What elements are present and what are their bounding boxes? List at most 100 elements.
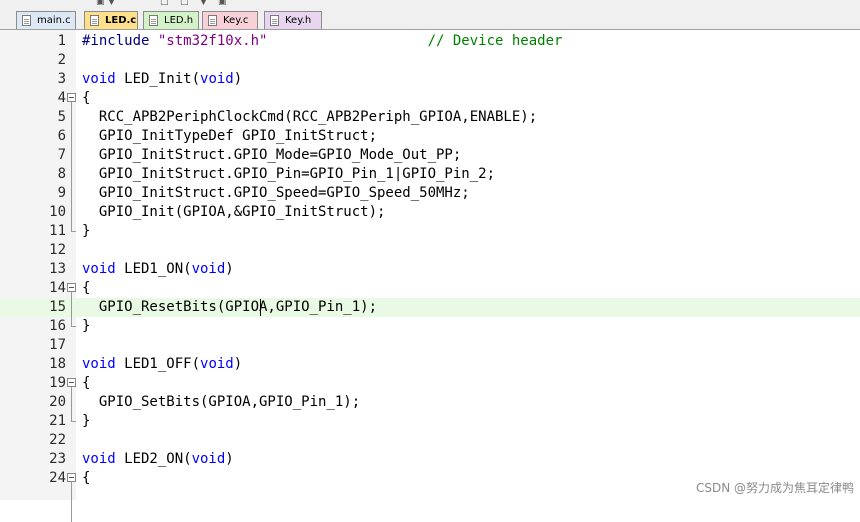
toolbar-icon[interactable]: ▼ [200, 0, 207, 7]
code-token: { [82, 470, 91, 486]
toolbar-icon[interactable]: ▣ [96, 0, 105, 7]
fold-toggle-icon[interactable] [67, 283, 76, 292]
code-line[interactable]: 14 { [0, 279, 860, 298]
toolbar-icon[interactable]: □ [160, 0, 169, 7]
code-line[interactable]: 15 GPIO_ResetBits(GPIOA,GPIO_Pin_1); [0, 298, 860, 317]
code-token: // Device header [427, 33, 563, 49]
code-line[interactable]: 13 void LED1_ON(void) [0, 260, 860, 279]
code-line[interactable]: 12 [0, 241, 860, 260]
code-text: { [82, 469, 90, 488]
tab-key-h[interactable]: Key.h [264, 11, 322, 29]
code-line[interactable]: 9 GPIO_InitStruct.GPIO_Speed=GPIO_Speed_… [0, 184, 860, 203]
line-number: 14 [49, 280, 66, 296]
code-line[interactable]: 23 void LED2_ON(void) [0, 450, 860, 469]
line-number: 15 [49, 299, 66, 315]
text-caret [260, 299, 261, 316]
code-line[interactable]: 3 void LED_Init(void) [0, 70, 860, 89]
code-line[interactable]: 18 void LED1_OFF(void) [0, 355, 860, 374]
code-token: GPIO_Init(GPIOA,&GPIO_InitStruct); [82, 204, 386, 220]
code-text: GPIO_SetBits(GPIOA,GPIO_Pin_1); [82, 393, 360, 412]
code-line[interactable]: 16} [0, 317, 860, 336]
code-line[interactable]: 7 GPIO_InitStruct.GPIO_Mode=GPIO_Mode_Ou… [0, 146, 860, 165]
code-text: #include "stm32f10x.h" // Device header [82, 32, 562, 51]
code-line[interactable]: 2 [0, 51, 860, 70]
file-icon [90, 15, 99, 26]
code-text: void LED_Init(void) [82, 70, 242, 89]
code-text: } [82, 317, 90, 336]
toolbar-icon[interactable]: ▣ [218, 0, 227, 7]
code-token: void [191, 451, 226, 467]
code-line[interactable]: 4{ [0, 89, 860, 108]
code-text: void LED1_OFF(void) [82, 355, 242, 374]
code-text: GPIO_InitStruct.GPIO_Speed=GPIO_Speed_50… [82, 184, 470, 203]
file-tab-bar: main.c LED.c LED.h Key.c Key.h [0, 9, 860, 30]
line-number: 24 [49, 470, 66, 486]
line-number: 11 [49, 223, 66, 239]
line-number: 23 [49, 451, 66, 467]
fold-toggle-icon[interactable] [67, 93, 76, 102]
code-text: GPIO_ResetBits(GPIOA,GPIO_Pin_1); [82, 298, 377, 317]
code-token: GPIO_InitStruct.GPIO_Pin=GPIO_Pin_1|GPIO… [82, 166, 496, 182]
code-token: } [82, 223, 91, 239]
line-number: 13 [49, 261, 66, 277]
code-token: void [200, 356, 234, 372]
tab-led-h[interactable]: LED.h [143, 11, 199, 29]
line-number: 17 [49, 337, 66, 353]
code-token: { [82, 375, 91, 391]
code-text: { [82, 89, 90, 108]
file-icon [22, 15, 31, 26]
code-line[interactable]: 17 [0, 336, 860, 355]
code-text: { [82, 374, 90, 393]
code-token: LED_Init( [115, 71, 201, 87]
code-token: void [191, 261, 226, 277]
code-text: GPIO_Init(GPIOA,&GPIO_InitStruct); [82, 203, 386, 222]
code-token: ) [233, 356, 243, 372]
code-token: RCC_APB2PeriphClockCmd(RCC_APB2Periph_GP… [82, 109, 538, 125]
watermark: CSDN @努力成为焦耳定律鸭 [695, 481, 854, 495]
line-number: 18 [49, 356, 66, 372]
code-token: GPIO_InitTypeDef GPIO_InitStruct; [82, 128, 378, 144]
code-line[interactable]: 21} [0, 412, 860, 431]
tab-main-c[interactable]: main.c [16, 11, 76, 29]
line-number: 8 [57, 166, 66, 182]
code-line[interactable]: 6 GPIO_InitTypeDef GPIO_InitStruct; [0, 127, 860, 146]
fold-toggle-icon[interactable] [67, 378, 76, 387]
code-token: ) [225, 261, 234, 277]
line-number: 10 [49, 204, 66, 220]
code-token: void [82, 451, 116, 467]
line-number: 7 [57, 147, 66, 163]
code-line[interactable]: 20 GPIO_SetBits(GPIOA,GPIO_Pin_1); [0, 393, 860, 412]
toolbar-strip: ▣ ▼ □ □ ▼ ▣ [0, 0, 860, 9]
toolbar-icon[interactable]: □ [180, 0, 189, 7]
code-line[interactable]: 10 GPIO_Init(GPIOA,&GPIO_InitStruct); [0, 203, 860, 222]
code-token: GPIO_InitStruct.GPIO_Mode=GPIO_Mode_Out_… [82, 147, 462, 163]
code-token: LED1_OFF( [115, 356, 201, 372]
code-line[interactable]: 19 { [0, 374, 860, 393]
code-token: GPIO_InitStruct.GPIO_Speed=GPIO_Speed_50… [82, 185, 470, 201]
line-number: 6 [57, 128, 66, 144]
code-token: #include [82, 33, 158, 49]
line-number: 1 [57, 33, 66, 49]
code-line[interactable]: 5 RCC_APB2PeriphClockCmd(RCC_APB2Periph_… [0, 108, 860, 127]
fold-guide [71, 102, 72, 231]
code-text: GPIO_InitTypeDef GPIO_InitStruct; [82, 127, 377, 146]
code-line[interactable]: 11} [0, 222, 860, 241]
code-line[interactable]: 22 [0, 431, 860, 450]
code-line[interactable]: 1 #include "stm32f10x.h" // Device header [0, 32, 860, 51]
code-token: } [82, 318, 91, 334]
code-token: GPIO_ResetBits(GPIOA,GPIO_Pin_1); [82, 299, 378, 315]
code-token: void [82, 356, 116, 372]
line-number: 3 [57, 71, 66, 87]
line-number: 4 [57, 90, 66, 106]
code-editor[interactable]: 1 #include "stm32f10x.h" // Device header… [0, 30, 860, 522]
line-number: 5 [57, 109, 66, 125]
code-token: void [82, 71, 116, 87]
code-token: } [82, 413, 91, 429]
code-line[interactable]: 8 GPIO_InitStruct.GPIO_Pin=GPIO_Pin_1|GP… [0, 165, 860, 184]
toolbar-icon[interactable]: ▼ [108, 0, 115, 7]
fold-toggle-icon[interactable] [67, 473, 76, 482]
tab-key-c[interactable]: Key.c [202, 11, 258, 29]
line-number: 22 [49, 432, 66, 448]
file-icon [270, 15, 279, 26]
tab-led-c[interactable]: LED.c [84, 11, 138, 29]
